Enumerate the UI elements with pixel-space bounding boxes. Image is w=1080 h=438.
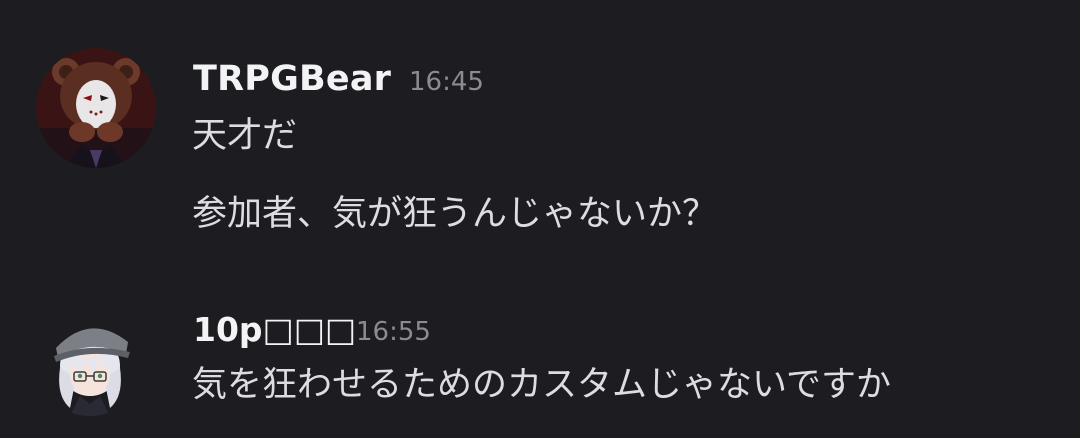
message-text: 気を狂わせるためのカスタムじゃないですか <box>192 365 891 405</box>
cap-glasses-character-avatar-icon <box>36 308 144 416</box>
timestamp: 16:45 <box>409 67 484 97</box>
user-avatar[interactable] <box>36 308 144 416</box>
username[interactable]: TRPGBear <box>193 56 391 102</box>
message-group: TRPGBear 16:45 天才だ 参加者、気が狂うんじゃないか？ <box>0 0 1080 260</box>
message-text: 天才だ <box>192 116 298 156</box>
username[interactable]: 10p□□□ <box>193 308 356 352</box>
user-avatar[interactable] <box>36 48 156 168</box>
message-group: 10p□□□ 16:55 気を狂わせるためのカスタムじゃないですか <box>0 280 1080 438</box>
bear-mask-avatar-icon <box>36 48 156 168</box>
timestamp: 16:55 <box>356 317 431 347</box>
message-text: 参加者、気が狂うんじゃないか？ <box>192 194 718 234</box>
